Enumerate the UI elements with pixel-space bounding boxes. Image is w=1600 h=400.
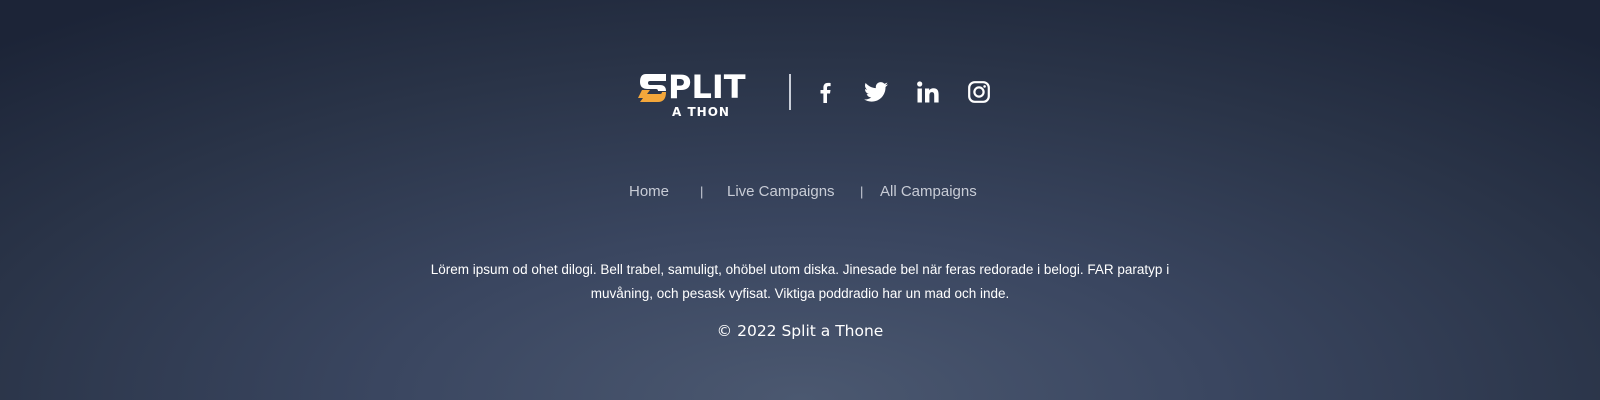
twitter-link[interactable] <box>863 79 889 105</box>
instagram-icon <box>968 81 990 103</box>
nav-separator: | <box>860 184 864 199</box>
footer-brand-row: PLIT A THON <box>0 66 1600 120</box>
facebook-link[interactable] <box>812 79 838 105</box>
brand-logo[interactable]: PLIT A THON <box>638 68 762 119</box>
brand-divider <box>789 74 791 110</box>
nav-separator: | <box>700 184 704 199</box>
footer-description: Lörem ipsum od ohet dilogi. Bell trabel,… <box>430 261 1170 301</box>
linkedin-link[interactable] <box>915 79 941 105</box>
facebook-icon <box>820 82 831 103</box>
nav-link-home[interactable]: Home <box>629 182 669 202</box>
linkedin-icon <box>917 81 939 103</box>
twitter-icon <box>864 82 888 102</box>
nav-link-all-campaigns[interactable]: All Campaigns <box>880 182 977 202</box>
logo-sub-text: A THON <box>672 105 730 119</box>
copyright-text: © 2022 Split a Thone <box>716 322 884 340</box>
logo-s-mark-icon <box>638 74 666 102</box>
logo-wordmark: PLIT <box>638 68 762 106</box>
site-footer: PLIT A THON Home | Live Campaigns | All … <box>0 0 1600 400</box>
nav-link-live-campaigns[interactable]: Live Campaigns <box>727 182 835 202</box>
instagram-link[interactable] <box>966 79 992 105</box>
logo-main-text: PLIT <box>668 68 746 106</box>
footer-nav: Home | Live Campaigns | All Campaigns <box>0 182 1600 204</box>
